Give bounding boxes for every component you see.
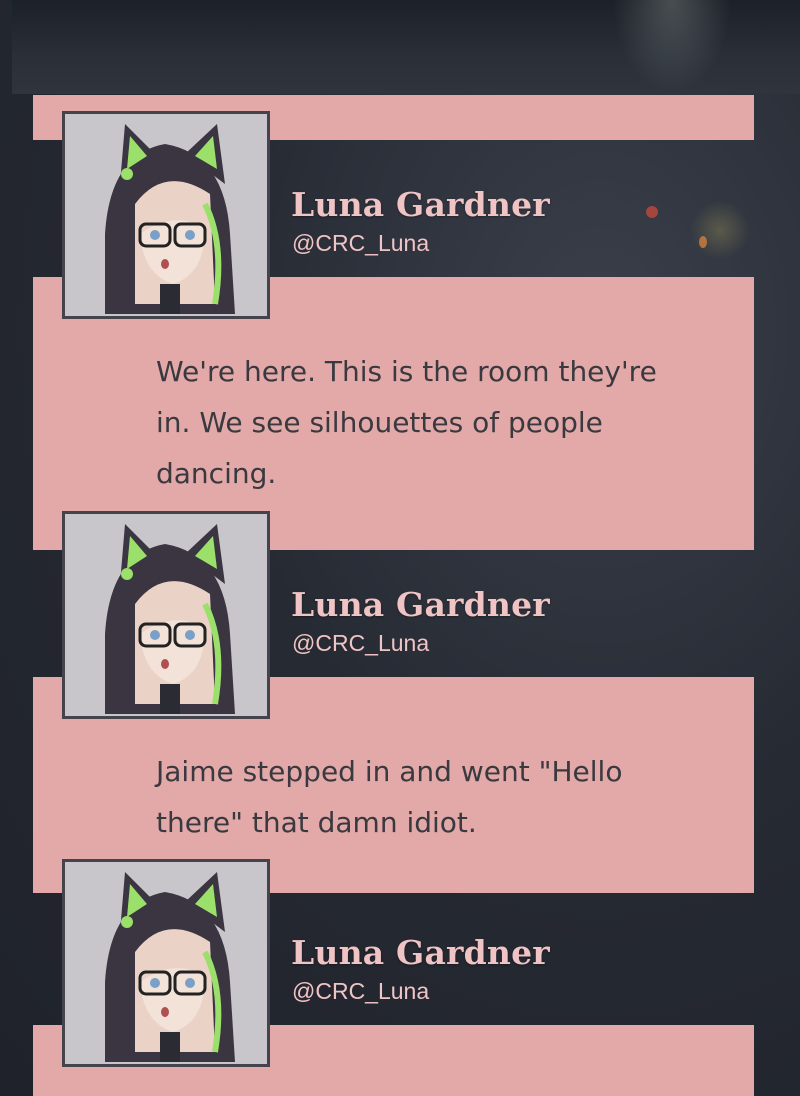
avatar[interactable] bbox=[62, 511, 270, 719]
author-handle[interactable]: @CRC_Luna bbox=[292, 630, 429, 657]
message-text: We're here. This is the room they're in.… bbox=[156, 355, 657, 490]
cat-hood-girl-avatar-icon bbox=[65, 514, 267, 716]
background-light bbox=[646, 206, 658, 218]
avatar[interactable] bbox=[62, 111, 270, 319]
author-name: Luna Gardner bbox=[291, 933, 550, 972]
cat-hood-girl-avatar-icon bbox=[65, 862, 267, 1064]
author-handle[interactable]: @CRC_Luna bbox=[292, 230, 429, 257]
author-name: Luna Gardner bbox=[291, 585, 550, 624]
background-light bbox=[699, 236, 707, 248]
author-name: Luna Gardner bbox=[291, 185, 550, 224]
background-light bbox=[690, 200, 750, 260]
author-handle[interactable]: @CRC_Luna bbox=[292, 978, 429, 1005]
avatar[interactable] bbox=[62, 859, 270, 1067]
header-background-image bbox=[12, 0, 800, 94]
cat-hood-girl-avatar-icon bbox=[65, 114, 267, 316]
light-glow bbox=[612, 0, 732, 94]
message-text: Jaime stepped in and went "Hello there" … bbox=[156, 755, 623, 839]
